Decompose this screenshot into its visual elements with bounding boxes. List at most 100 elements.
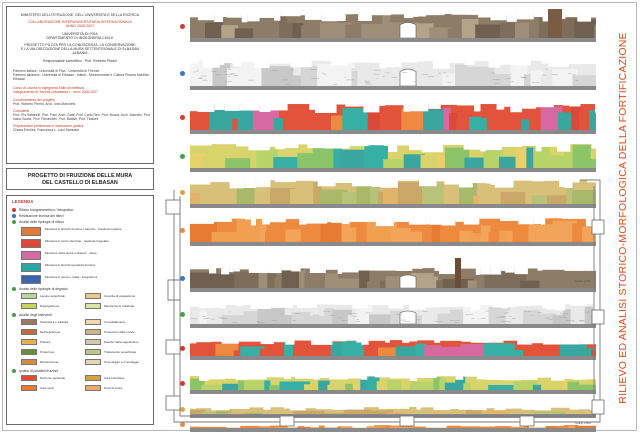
plan-wall-inner [179, 186, 595, 417]
strip-skyline [463, 144, 481, 150]
legend-swatch-label: Reintegrazione [40, 329, 61, 334]
strip-skyline [248, 144, 270, 151]
strip-skyline [349, 144, 358, 147]
legend-swatch [85, 349, 101, 355]
strip-skyline [323, 60, 331, 62]
legend-material-swatch [21, 239, 41, 248]
strip-skyline [494, 14, 507, 21]
legend-section-header: Ipotesi di possibili fruizioni [12, 369, 58, 373]
legend-swatch-label: Punti di sosta [104, 385, 123, 390]
strip-skyline [388, 144, 398, 153]
strip-skyline [280, 14, 301, 17]
strip-skyline [383, 144, 389, 146]
strip-skyline [385, 104, 404, 106]
strip-skyline [219, 60, 225, 65]
strip-skyline [333, 144, 350, 149]
legend-title: LEGENDA [12, 199, 34, 204]
legend-swatch-label: Percorso pedonale [40, 375, 66, 380]
legend-material-swatch [21, 251, 41, 260]
strip-skyline [553, 104, 564, 106]
strip-skyline [488, 60, 500, 68]
legend-swatch [21, 385, 37, 391]
strip-skyline [432, 60, 450, 69]
plan-tower [591, 399, 605, 415]
legend-swatch [21, 293, 37, 299]
strip-skyline [517, 60, 531, 66]
legend-material-text: Muratura in pietre sbozzate - tessitura … [45, 239, 109, 243]
strip-skyline [530, 60, 542, 61]
project-title-line-2: DEL CASTELLO DI ELBASAN [42, 180, 118, 186]
strip-skyline [456, 104, 475, 106]
plan-tower [165, 199, 181, 215]
legend-swatch [85, 385, 101, 391]
legend-material-swatch [21, 227, 41, 236]
strip-skyline [466, 14, 478, 15]
strip-skyline [223, 14, 228, 18]
strip-skyline [202, 60, 220, 68]
strip-skyline [440, 104, 457, 105]
strip-skyline [549, 144, 557, 147]
legend-box: LEGENDA Rilievo fotogrammetrico / fotogr… [6, 195, 154, 425]
legend-swatch [85, 375, 101, 381]
legend-swatch-label: Stuccatura e stilatura [40, 319, 69, 324]
strip-skyline [548, 60, 569, 67]
strip-skyline [522, 144, 536, 146]
preparation-names: Chiara Erbolini, Francesca L. Luisi Samu… [13, 127, 79, 132]
strip-skyline [568, 60, 590, 65]
strip-skyline [269, 144, 276, 147]
legend-dot-row: Analisi delle tipologie di rilievo [12, 220, 64, 224]
strip-skyline [589, 60, 596, 65]
strip-skyline [496, 104, 505, 110]
strip-skyline [499, 60, 518, 65]
legend-swatch-label: Smontaggio e rimontaggio [104, 359, 140, 364]
strip-skyline [449, 60, 465, 64]
strip-skyline [409, 104, 429, 112]
strip-skyline [504, 104, 511, 107]
strip-skyline [330, 60, 348, 66]
strip-skyline [533, 14, 543, 18]
strip-skyline [190, 14, 198, 18]
legend-swatch [21, 329, 37, 335]
strip-skyline [464, 60, 475, 66]
strip-skyline [501, 144, 523, 147]
strip-skyline [345, 104, 364, 107]
legend-swatch-label: Lacune superficiali [40, 293, 65, 298]
strip-skyline [371, 14, 392, 16]
plan-tower [591, 219, 605, 235]
legend-swatch [21, 359, 37, 365]
strip-skyline [474, 104, 481, 112]
strip-skyline [490, 14, 495, 21]
strip-marker-dot [180, 154, 185, 159]
strip-skyline [321, 14, 338, 22]
strip-skyline [426, 14, 445, 16]
strip-skyline [300, 14, 305, 16]
legend-swatch [21, 303, 37, 309]
legend-swatch [21, 349, 37, 355]
strip-skyline [506, 14, 517, 22]
strip-skyline [591, 144, 596, 149]
legend-dot-marker [12, 208, 16, 212]
legend-material-swatch [21, 263, 41, 272]
strip-skyline [259, 104, 271, 112]
strip-skyline [236, 144, 249, 147]
legend-dot-row: Restituzione tecnica dei rilievi [12, 214, 63, 218]
strip-skyline [368, 144, 384, 146]
consultants-names: Prof. Pio Saltarelli, Prof. Pani, Arch. … [13, 112, 151, 121]
project-title-box: PROGETTO DI FRUIZIONE DELLE MURA DEL CAS… [6, 168, 154, 190]
strip-skyline [401, 60, 419, 63]
plan-tower [165, 339, 181, 355]
legend-swatch-label: Area belvedere [104, 375, 125, 380]
legend-swatch [85, 293, 101, 299]
strip-skyline [477, 14, 491, 18]
strip-skyline [254, 60, 270, 69]
legend-section-dot [12, 287, 16, 291]
strip-skyline [397, 144, 410, 146]
strip-skyline [363, 104, 380, 113]
strip-skyline [591, 14, 596, 18]
fortification-plan [165, 179, 605, 427]
legend-swatch-label: Aree verdi [40, 385, 54, 390]
strip-skyline [474, 60, 489, 62]
strip-skyline [337, 14, 346, 21]
legend-swatch [85, 329, 101, 335]
strip-marker-dot [180, 115, 185, 120]
